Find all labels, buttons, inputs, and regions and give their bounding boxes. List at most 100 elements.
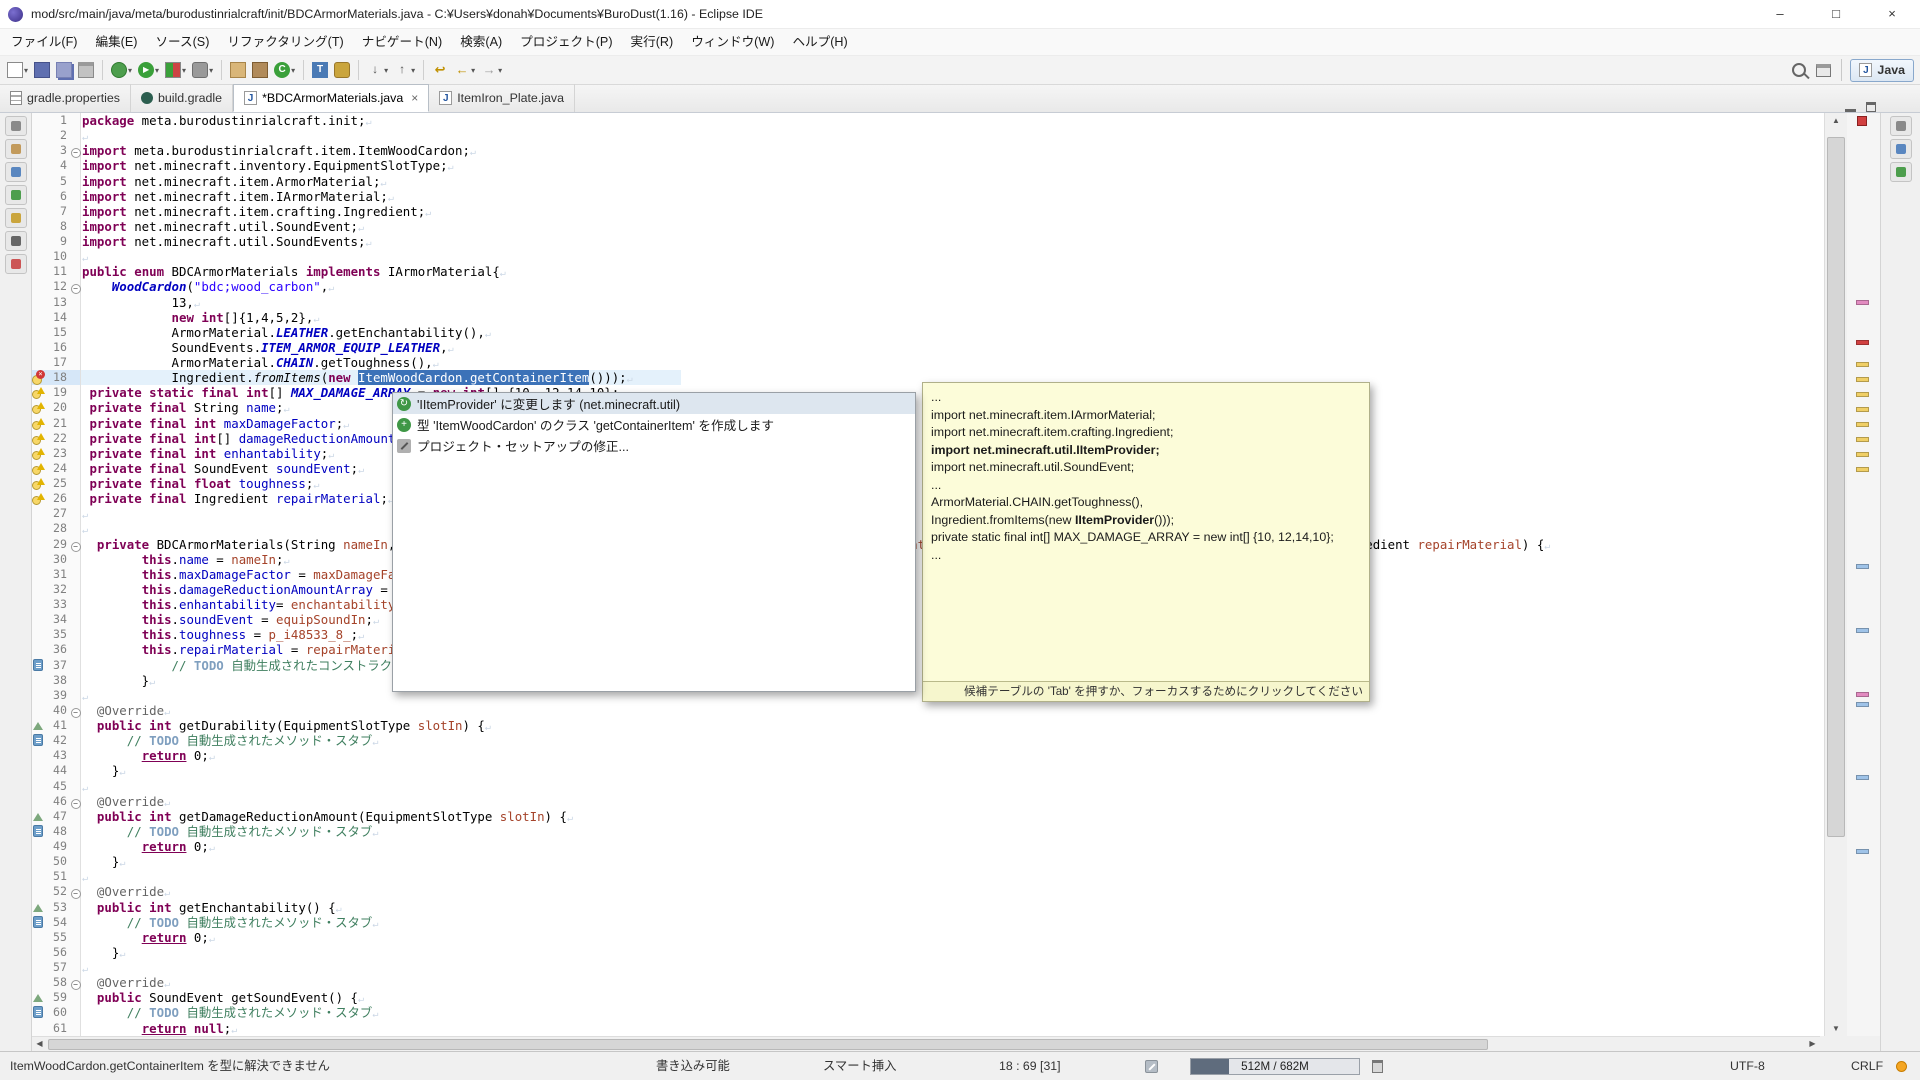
dropdown-arrow-icon[interactable]: ▾	[24, 66, 28, 75]
new-package-button[interactable]	[249, 58, 271, 82]
overview-annotation-mark[interactable]	[1856, 467, 1869, 472]
ovr-marker-icon[interactable]	[33, 904, 43, 912]
annotation-ruler-cell[interactable]	[32, 416, 46, 431]
overview-annotation-mark[interactable]	[1856, 775, 1869, 780]
err-marker-icon[interactable]	[32, 371, 45, 384]
annotation-ruler-cell[interactable]	[32, 370, 46, 385]
overview-annotation-mark[interactable]	[1856, 452, 1869, 457]
open-type-button[interactable]: T	[309, 58, 331, 82]
annotation-ruler-cell[interactable]	[32, 718, 46, 733]
dropdown-arrow-icon[interactable]: ▾	[498, 66, 502, 75]
overview-ruler[interactable]	[1847, 113, 1880, 1036]
annotation-ruler-cell[interactable]	[32, 461, 46, 476]
overview-annotation-mark[interactable]	[1856, 340, 1869, 345]
overview-status-icon[interactable]	[1857, 116, 1867, 126]
overview-annotation-mark[interactable]	[1856, 377, 1869, 382]
annotation-ruler-cell[interactable]	[32, 915, 46, 930]
fold-collapse-icon[interactable]: −	[71, 542, 81, 552]
debug-view-icon[interactable]	[5, 185, 27, 205]
menu-run[interactable]: 実行(R)	[622, 29, 683, 55]
quickfix-item[interactable]: プロジェクト・セットアップの修正...	[393, 435, 915, 456]
package-explorer-icon[interactable]	[5, 139, 27, 159]
dropdown-arrow-icon[interactable]: ▾	[182, 66, 186, 75]
annotation-ruler-cell[interactable]	[32, 491, 46, 506]
menu-window[interactable]: ウィンドウ(W)	[682, 29, 783, 55]
menu-help[interactable]: ヘルプ(H)	[783, 29, 856, 55]
quickfix-item[interactable]: +型 'ItemWoodCardon' のクラス 'getContainerIt…	[393, 414, 915, 435]
external-tools-button[interactable]: ▾	[189, 58, 216, 82]
last-edit-location-button[interactable]: ↩	[429, 58, 451, 82]
overview-annotation-mark[interactable]	[1856, 392, 1869, 397]
new-wizard-button[interactable]: ▾	[4, 58, 31, 82]
maximize-editor-icon[interactable]	[1866, 102, 1876, 112]
save-all-button[interactable]	[53, 58, 75, 82]
search-button[interactable]	[331, 58, 353, 82]
dropdown-arrow-icon[interactable]: ▾	[155, 66, 159, 75]
menu-search[interactable]: 検索(A)	[451, 29, 511, 55]
fold-collapse-icon[interactable]: −	[71, 148, 81, 158]
annotation-ruler-cell[interactable]	[32, 658, 46, 673]
scroll-up-icon[interactable]: ▲	[1825, 113, 1847, 128]
overview-annotation-mark[interactable]	[1856, 362, 1869, 367]
scroll-right-icon[interactable]: ▶	[1805, 1037, 1820, 1051]
print-button[interactable]	[75, 58, 97, 82]
overview-annotation-mark[interactable]	[1856, 849, 1869, 854]
warn-marker-icon[interactable]	[32, 401, 45, 414]
overview-annotation-mark[interactable]	[1856, 692, 1869, 697]
problems-view-icon[interactable]	[5, 254, 27, 274]
vertical-scrollbar-thumb[interactable]	[1827, 137, 1845, 837]
type-hierarchy-icon[interactable]	[5, 162, 27, 182]
restore-views-icon[interactable]	[5, 116, 27, 136]
annotation-ruler-cell[interactable]	[32, 446, 46, 461]
outline-view-icon[interactable]	[1890, 139, 1912, 159]
back-button[interactable]: ←▾	[451, 58, 478, 82]
annotation-ruler-cell[interactable]	[32, 824, 46, 839]
annotation-ruler-cell[interactable]	[32, 733, 46, 748]
task-marker-icon[interactable]	[33, 825, 43, 837]
horizontal-scrollbar-thumb[interactable]	[48, 1039, 1488, 1050]
run-button[interactable]: ▶▾	[135, 58, 162, 82]
minimize-editor-icon[interactable]	[1845, 103, 1856, 112]
tab-close-icon[interactable]: ×	[411, 91, 418, 105]
console-view-icon[interactable]	[5, 231, 27, 251]
task-list-view-icon[interactable]	[1890, 162, 1912, 182]
annotation-ruler-cell[interactable]	[32, 990, 46, 1005]
annotation-ruler-cell[interactable]	[32, 809, 46, 824]
annotation-ruler-cell[interactable]	[32, 385, 46, 400]
quick-search-icon[interactable]	[1792, 63, 1806, 77]
warn-marker-icon[interactable]	[32, 477, 45, 490]
dropdown-arrow-icon[interactable]: ▾	[411, 66, 415, 75]
search-view-icon[interactable]	[5, 208, 27, 228]
scroll-left-icon[interactable]: ◀	[32, 1037, 47, 1051]
coverage-button[interactable]: ▾	[162, 58, 189, 82]
quickfix-item[interactable]: ↻'IItemProvider' に変更します (net.minecraft.u…	[393, 393, 915, 414]
overview-annotation-mark[interactable]	[1856, 437, 1869, 442]
java-perspective-button[interactable]: J Java	[1850, 59, 1914, 82]
warn-marker-icon[interactable]	[32, 386, 45, 399]
dropdown-arrow-icon[interactable]: ▾	[209, 66, 213, 75]
task-marker-icon[interactable]	[33, 916, 43, 928]
dropdown-arrow-icon[interactable]: ▾	[291, 66, 295, 75]
menu-source[interactable]: ソース(S)	[146, 29, 218, 55]
save-button[interactable]	[31, 58, 53, 82]
maximize-button[interactable]: □	[1808, 0, 1864, 29]
dropdown-arrow-icon[interactable]: ▾	[471, 66, 475, 75]
forward-button[interactable]: →▾	[478, 58, 505, 82]
fold-collapse-icon[interactable]: −	[71, 889, 81, 899]
menu-navigate[interactable]: ナビゲート(N)	[353, 29, 451, 55]
task-marker-icon[interactable]	[33, 659, 43, 671]
fold-collapse-icon[interactable]: −	[71, 708, 81, 718]
ovr-marker-icon[interactable]	[33, 813, 43, 821]
overview-annotation-mark[interactable]	[1856, 407, 1869, 412]
menu-file[interactable]: ファイル(F)	[2, 29, 86, 55]
annotation-ruler-cell[interactable]	[32, 476, 46, 491]
dropdown-arrow-icon[interactable]: ▾	[384, 66, 388, 75]
overview-annotation-mark[interactable]	[1856, 628, 1869, 633]
new-class-button[interactable]: C▾	[271, 58, 298, 82]
warn-marker-icon[interactable]	[32, 492, 45, 505]
vertical-scrollbar[interactable]: ▲ ▼	[1824, 113, 1847, 1036]
warn-marker-icon[interactable]	[32, 432, 45, 445]
menu-project[interactable]: プロジェクト(P)	[511, 29, 621, 55]
fold-collapse-icon[interactable]: −	[71, 980, 81, 990]
tab-itemiron-plate-java[interactable]: JItemIron_Plate.java	[429, 84, 575, 112]
